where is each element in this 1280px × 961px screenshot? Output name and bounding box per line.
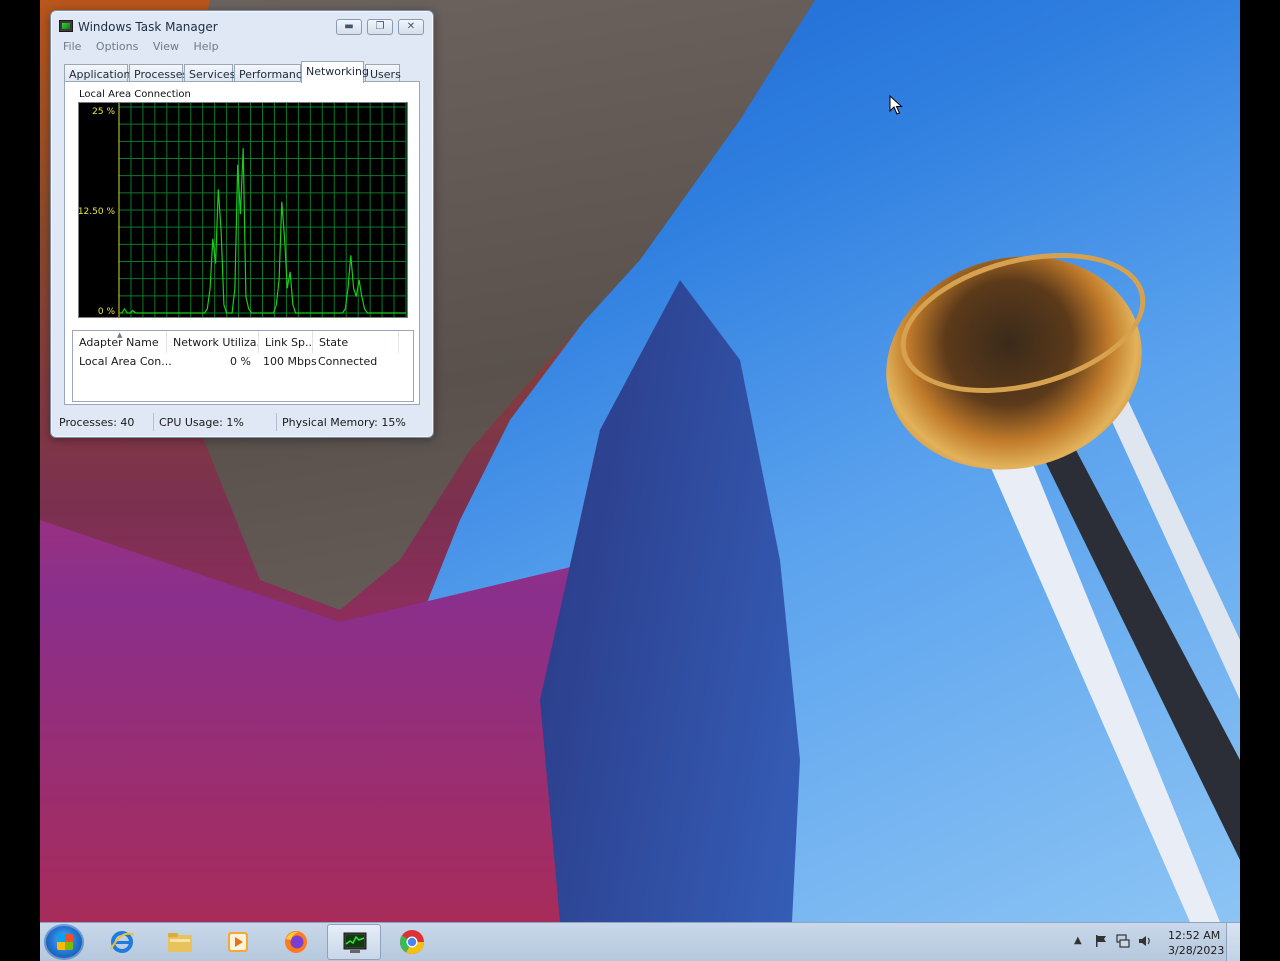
menu-bar: File Options View Help [63,40,230,53]
column-link-speed[interactable]: Link Sp... [259,331,313,353]
column-network-utilization[interactable]: Network Utiliza... [167,331,259,353]
row-utilization: 0 % [230,355,251,368]
show-desktop-button[interactable] [1226,923,1240,961]
maximize-button[interactable]: ❐ [367,19,393,35]
start-button[interactable] [44,924,84,960]
title-bar[interactable]: Windows Task Manager ▬ ❐ ✕ [51,11,433,41]
row-state: Connected [318,355,378,368]
networking-page: Local Area Connection 25 % 12.50 % 0 % ▲… [64,81,420,405]
status-cpu-usage: CPU Usage: 1% [159,416,244,429]
taskbar-file-explorer[interactable] [153,924,207,960]
y-tick-mid: 12.50 % [79,207,115,217]
clock-time[interactable]: 12:52 AM [1168,929,1220,942]
firefox-icon [285,931,307,953]
media-player-icon [228,932,248,952]
clock-date[interactable]: 3/28/2023 [1168,944,1224,957]
column-state[interactable]: State [313,331,399,353]
folder-icon [168,933,192,952]
task-manager-icon [343,932,367,953]
taskbar: ▲ 12:52 AM 3/28/2023 [40,922,1240,961]
minimize-button[interactable]: ▬ [336,19,362,35]
status-divider [276,413,277,431]
action-center-flag-icon[interactable] [1094,934,1108,948]
chrome-icon [400,930,424,955]
status-divider [153,413,154,431]
network-graph-svg: 25 % 12.50 % 0 % [79,103,407,317]
tab-applications[interactable]: Applications [64,64,136,82]
tab-processes[interactable]: Processes [129,64,188,82]
adapter-table[interactable]: ▲ Adapter Name Network Utiliza... Link S… [72,330,414,402]
taskbar-chrome[interactable] [385,924,439,960]
y-tick-zero: 0 % [98,307,116,317]
task-manager-window[interactable]: Windows Task Manager ▬ ❐ ✕ File Options … [50,10,434,438]
task-manager-icon [59,20,73,32]
network-icon[interactable] [1116,934,1130,948]
taskbar-media-player[interactable] [211,924,265,960]
row-link-speed: 100 Mbps [263,355,317,368]
network-graph: 25 % 12.50 % 0 % [78,102,408,318]
status-bar: Processes: 40 CPU Usage: 1% Physical Mem… [51,411,433,435]
graph-title: Local Area Connection [79,89,191,100]
mouse-cursor-icon [889,95,903,115]
show-hidden-icons-icon[interactable]: ▲ [1074,935,1082,946]
taskbar-internet-explorer[interactable] [95,924,149,960]
menu-help[interactable]: Help [193,40,218,53]
volume-icon[interactable] [1138,934,1152,948]
status-processes: Processes: 40 [59,416,135,429]
menu-view[interactable]: View [153,40,179,53]
tab-services[interactable]: Services [184,64,235,82]
row-adapter-name[interactable]: Local Area Con... [79,355,172,368]
taskbar-firefox[interactable] [269,924,323,960]
internet-explorer-icon [110,931,135,953]
menu-options[interactable]: Options [96,40,138,53]
tab-users[interactable]: Users [365,64,401,82]
status-physical-memory: Physical Memory: 15% [282,416,406,429]
tab-networking[interactable]: Networking [301,61,369,83]
column-adapter-name[interactable]: Adapter Name [73,331,167,353]
windows-logo-icon [57,934,73,950]
tab-performance[interactable]: Performance [234,64,309,82]
close-button[interactable]: ✕ [398,19,424,35]
y-tick-max: 25 % [92,107,115,117]
window-title: Windows Task Manager [78,20,218,34]
menu-file[interactable]: File [63,40,81,53]
taskbar-task-manager[interactable] [327,924,381,960]
